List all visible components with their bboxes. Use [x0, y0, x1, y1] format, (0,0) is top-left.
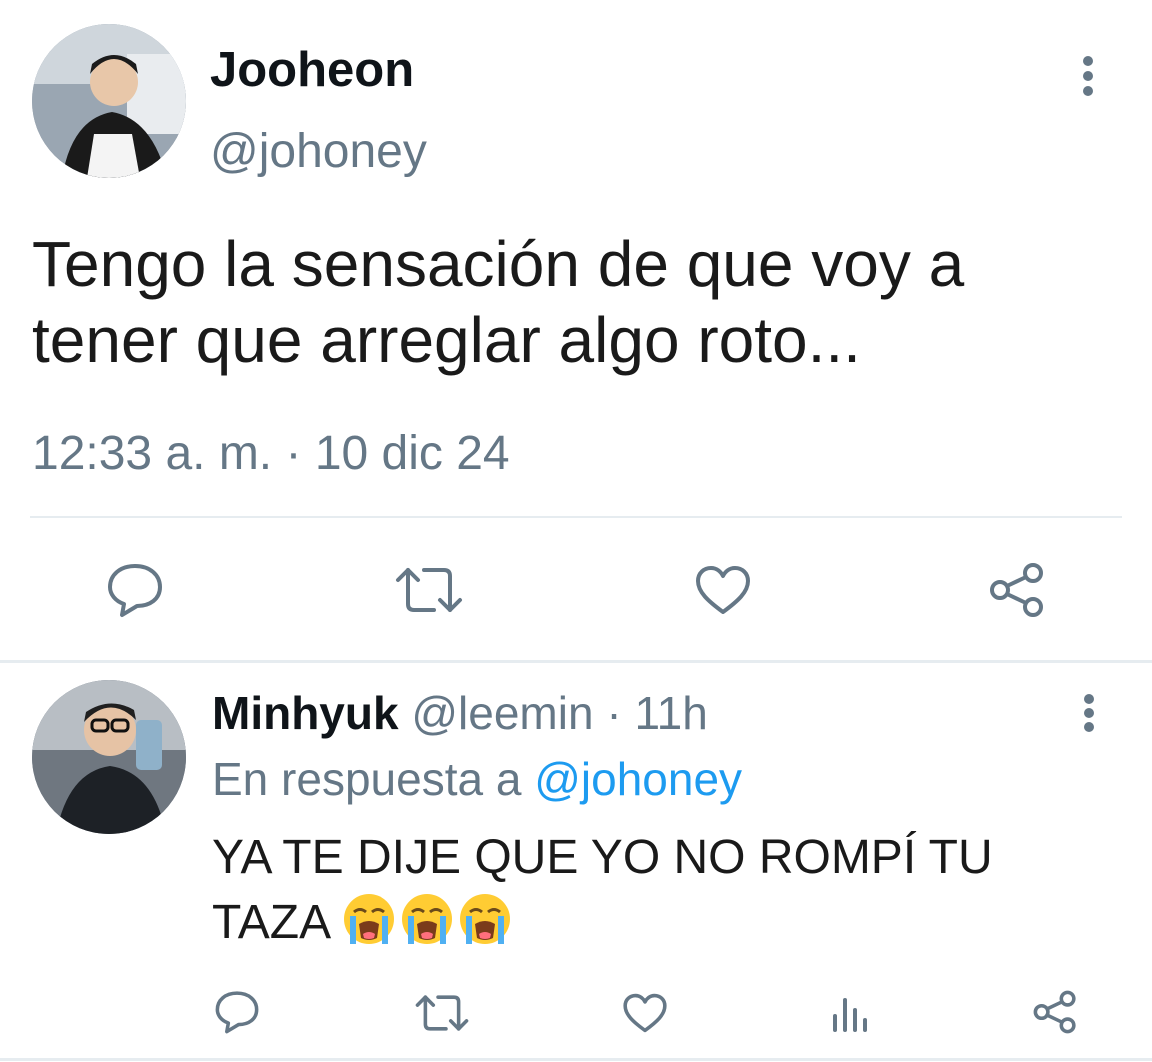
tweet-timestamp: 12:33 a. m. · 10 dic 24 [32, 424, 510, 484]
reply-text-taza: TAZA [212, 896, 329, 949]
tweet-age: 11h [634, 687, 708, 739]
share-icon[interactable] [1032, 990, 1078, 1034]
tweet-text-line-2: tener que arreglar algo roto... [32, 304, 861, 376]
reply-icon[interactable] [106, 562, 164, 618]
tweet-date: 10 dic 24 [314, 427, 510, 480]
mention-link[interactable]: @johoney [534, 753, 742, 805]
avatar-photo [32, 680, 186, 834]
author-handle[interactable]: @leemin [411, 687, 593, 739]
avatar[interactable] [32, 24, 186, 178]
avatar[interactable] [32, 680, 186, 834]
reply-prefix: En respuesta a [212, 753, 522, 805]
header-separator: · [606, 687, 622, 739]
author-name[interactable]: Minhyuk [212, 687, 399, 739]
reply-text-line-2: TAZA [212, 892, 516, 953]
share-icon[interactable] [988, 562, 1046, 618]
analytics-icon[interactable] [830, 994, 870, 1032]
section-divider [0, 660, 1152, 663]
timestamp-separator: · [285, 427, 302, 480]
more-options-icon[interactable] [1076, 54, 1100, 98]
bottom-divider [0, 1058, 1152, 1061]
loudly-crying-face-icon [401, 894, 452, 944]
avatar-photo [32, 24, 186, 178]
tweet-text-line-1: Tengo la sensación de que voy a [32, 228, 965, 300]
like-icon[interactable] [622, 992, 668, 1034]
loudly-crying-face-icon [459, 894, 510, 944]
loudly-crying-face-icon [343, 894, 394, 944]
reply-text-line-1: YA TE DIJE QUE YO NO ROMPÍ TU [212, 831, 993, 884]
retweet-icon[interactable] [394, 566, 464, 614]
like-icon[interactable] [694, 564, 752, 616]
author-name[interactable]: Jooheon [210, 40, 414, 100]
more-options-icon[interactable] [1078, 692, 1100, 734]
reply-icon[interactable] [214, 990, 260, 1034]
retweet-icon[interactable] [414, 994, 470, 1032]
reply-header: Minhyuk @leemin · 11h [212, 684, 708, 742]
reply-context: En respuesta a @johoney [212, 750, 742, 808]
author-handle[interactable]: @johoney [210, 122, 427, 182]
divider [30, 516, 1122, 518]
emoji-group [342, 894, 516, 949]
tweet-time: 12:33 a. m. [32, 427, 273, 480]
